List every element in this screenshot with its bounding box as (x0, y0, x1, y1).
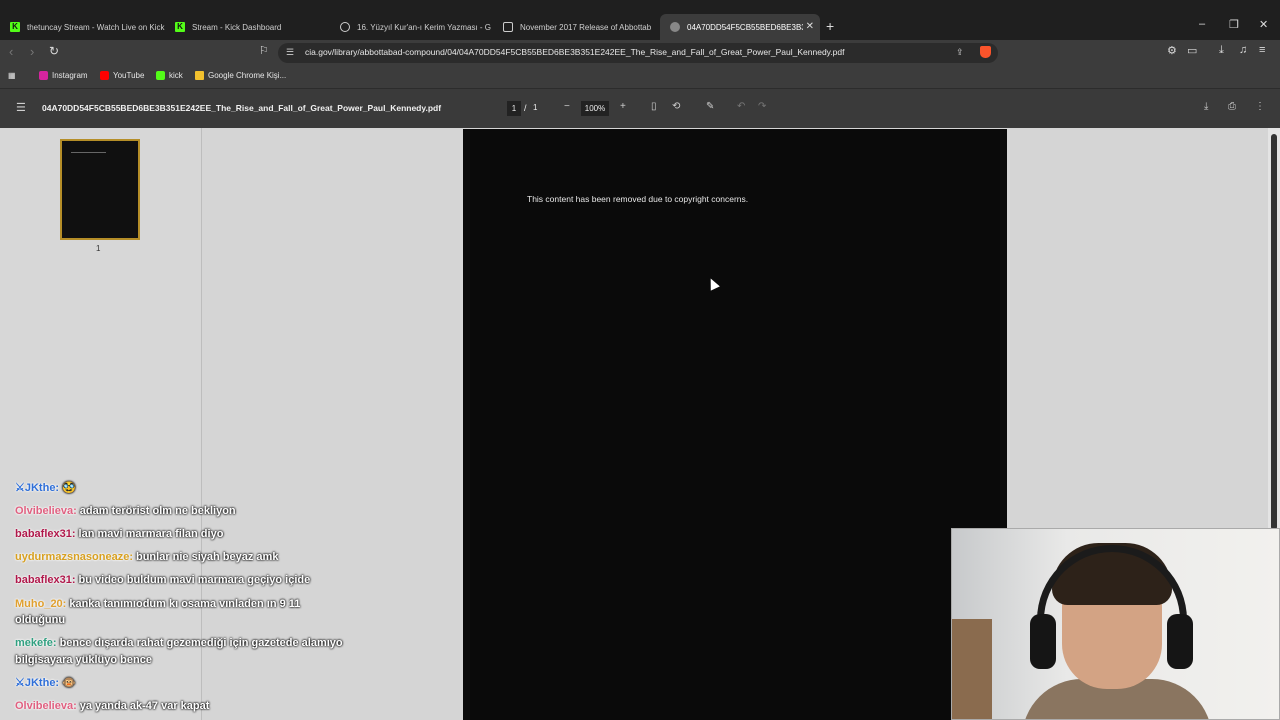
tab-quran-manuscript[interactable]: 16. Yüzyıl Kur'an-ı Kerim Yazması - G (330, 14, 495, 40)
chat-message: babaflex31: lan mavi marmara filan diyo (15, 528, 224, 540)
scrollbar-thumb[interactable] (1271, 134, 1277, 530)
close-window-icon[interactable]: ✕ (1259, 18, 1268, 31)
reload-icon[interactable]: ↻ (49, 44, 59, 58)
bookmarks-bar: ▦ Instagram YouTube kick Google Chrome K… (0, 66, 1280, 89)
thumbnail-text-line (71, 152, 106, 153)
page-icon (503, 22, 513, 32)
print-icon[interactable]: ⎙ (1228, 101, 1236, 112)
sidebar-icon[interactable]: ▭ (1187, 44, 1197, 57)
chat-message: ⚔JKthe: 🐵 (15, 677, 76, 689)
zoom-out-icon[interactable]: − (564, 101, 570, 112)
bookmark-icon[interactable]: ⚐ (259, 44, 269, 57)
pdf-page: This content has been removed due to cop… (463, 129, 1007, 720)
page-separator: / (524, 103, 527, 113)
forward-icon[interactable]: › (30, 44, 34, 59)
tab-abbottabad-release[interactable]: November 2017 Release of Abbottab (493, 14, 658, 40)
thumbnail-sidebar: 1 (0, 128, 202, 720)
apps-icon[interactable]: ▦ (8, 71, 16, 80)
kick-icon (156, 71, 165, 80)
webcam-overlay (951, 528, 1280, 720)
undo-icon[interactable]: ↶ (737, 101, 745, 112)
kick-icon: K (175, 22, 185, 32)
restore-icon[interactable]: ❐ (1229, 18, 1239, 31)
page-total: 1 (533, 103, 538, 112)
pdf-title: 04A70DD54F5CB55BED6BE3B351E242EE_The_Ris… (42, 103, 442, 113)
folder-icon (195, 71, 204, 80)
webcam-door (952, 619, 992, 719)
loading-icon (340, 22, 350, 32)
menu-icon[interactable]: ≡ (1259, 44, 1265, 56)
annotate-icon[interactable]: ✎ (706, 101, 714, 112)
instagram-icon (39, 71, 48, 80)
bookmark-folder-chrome[interactable]: Google Chrome Kişi... (195, 71, 286, 80)
downloads-icon[interactable]: ⤓ (1219, 44, 1224, 57)
headphone-left-cup (1030, 614, 1056, 669)
kick-icon: K (10, 22, 20, 32)
media-icon[interactable]: ♫ (1239, 44, 1247, 56)
zoom-in-icon[interactable]: + (620, 101, 626, 112)
browser-toolbar: ‹ › ↻ ⚐ ☰ cia.gov/library/abbottabad-com… (0, 40, 1280, 66)
rotate-icon[interactable]: ⟲ (672, 101, 680, 112)
share-icon[interactable]: ⇪ (956, 47, 964, 58)
youtube-icon (100, 71, 109, 80)
bookmark-instagram[interactable]: Instagram (39, 71, 88, 80)
address-bar[interactable]: ☰ cia.gov/library/abbottabad-compound/04… (278, 43, 998, 63)
headphone-right-cup (1167, 614, 1193, 669)
pdf-toolbar: ☰ 04A70DD54F5CB55BED6BE3B351E242EE_The_R… (0, 89, 1280, 128)
tab-kick-stream[interactable]: K thetuncay Stream - Watch Live on Kick (0, 14, 165, 40)
zoom-input[interactable]: 100% (581, 101, 609, 116)
download-icon[interactable]: ⤓ (1204, 101, 1208, 112)
fit-page-icon[interactable]: ▯ (651, 101, 657, 112)
minimize-icon[interactable]: – (1199, 18, 1205, 30)
site-info-icon[interactable]: ☰ (286, 47, 294, 58)
redo-icon[interactable]: ↷ (758, 101, 766, 112)
page-thumbnail[interactable] (60, 139, 140, 240)
bookmark-youtube[interactable]: YouTube (100, 71, 144, 80)
more-options-icon[interactable]: ⋮ (1255, 101, 1265, 112)
chat-message: Muho_20: kanka tanımıodum kı osama vınlad… (15, 598, 301, 610)
tab-strip: K thetuncay Stream - Watch Live on Kick … (0, 0, 1280, 40)
extensions-icon[interactable]: ⚙ (1167, 44, 1177, 57)
sword-icon: ⚔ (15, 482, 25, 494)
chat-message: Olvibelieva: adam terörist olm ne bekliyo… (15, 505, 236, 517)
bookmark-kick[interactable]: kick (156, 71, 183, 80)
brave-shield-icon[interactable] (980, 46, 991, 58)
page-number-input[interactable]: 1 (507, 101, 521, 116)
back-icon[interactable]: ‹ (9, 44, 13, 59)
chat-message: uydurmazsnasoneaze: bunlar nie siyah beya… (15, 551, 279, 563)
chat-message: Olvibelieva: ya yanda ak-47 var kapat (15, 700, 210, 712)
thumbnail-page-number: 1 (96, 244, 101, 253)
chat-message-continuation: olduğunu (15, 614, 66, 626)
chat-message: babaflex31: bu video buldum mavi marmara … (15, 574, 311, 586)
close-tab-icon[interactable]: ✕ (806, 21, 814, 32)
tab-kick-dashboard[interactable]: K Stream - Kick Dashboard (165, 14, 330, 40)
chat-message: ⚔JKthe: 🥸 (15, 482, 76, 494)
tab-pdf-active[interactable]: 04A70DD54F5CB55BED6BE3B35 ✕ (660, 14, 820, 40)
page-text: This content has been removed due to cop… (527, 194, 749, 204)
thumbnails-menu-icon[interactable]: ☰ (16, 101, 26, 114)
sword-icon: ⚔ (15, 677, 25, 689)
chat-message: mekefe: bence dışarda rahat gezemediği iç… (15, 637, 343, 649)
new-tab-icon[interactable]: + (826, 18, 834, 34)
pdf-icon (670, 22, 680, 32)
chat-message-continuation: bilgisayara yüklüyo bence (15, 654, 152, 666)
